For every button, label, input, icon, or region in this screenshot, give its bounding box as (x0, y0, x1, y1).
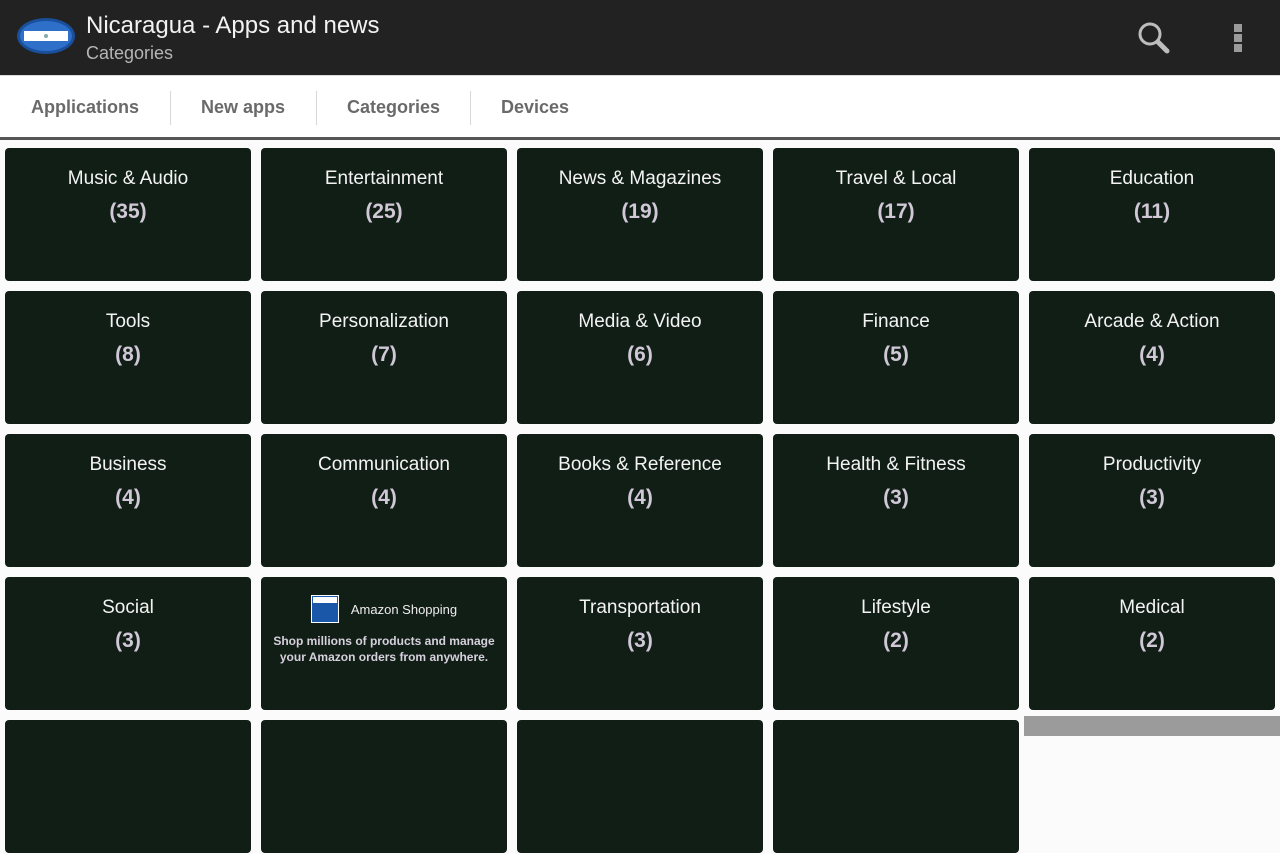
category-name: Productivity (1102, 454, 1202, 475)
category-card[interactable]: Travel & Local (17) (773, 148, 1019, 281)
category-card[interactable]: Social (3) (5, 577, 251, 710)
category-card[interactable] (5, 720, 251, 853)
category-name: Entertainment (324, 168, 444, 189)
tab-bar: Applications New apps Categories Devices (0, 75, 1280, 140)
category-card[interactable]: Transportation (3) (517, 577, 763, 710)
category-name: Music & Audio (67, 168, 189, 189)
ad-header: Amazon Shopping (261, 595, 507, 623)
tab-divider (170, 91, 171, 125)
category-card[interactable] (261, 720, 507, 853)
category-count: (8) (115, 343, 141, 366)
category-count: (3) (1139, 486, 1165, 509)
category-count: (3) (627, 629, 653, 652)
ad-card[interactable]: Amazon Shopping Shop millions of products… (261, 577, 507, 710)
page-subtitle: Categories (86, 43, 174, 63)
category-count: (17) (877, 200, 915, 223)
app-title: Nicaragua - Apps and news (86, 12, 380, 39)
category-card[interactable]: Education (11) (1029, 148, 1275, 281)
category-card[interactable]: Productivity (3) (1029, 434, 1275, 567)
category-card[interactable]: Tools (8) (5, 291, 251, 424)
category-name: Transportation (579, 597, 701, 618)
tab-devices[interactable]: Devices (501, 76, 569, 138)
category-card[interactable]: Health & Fitness (3) (773, 434, 1019, 567)
category-count: (4) (371, 486, 397, 509)
category-name: Medical (1119, 597, 1185, 618)
action-bar: Nicaragua - Apps and news Categories (0, 0, 1280, 75)
ad-title: Amazon Shopping (350, 601, 458, 617)
category-count: (2) (1139, 629, 1165, 652)
category-name: Tools (105, 311, 151, 332)
category-name: Arcade & Action (1084, 311, 1220, 332)
tab-divider (470, 91, 471, 125)
category-name: Finance (862, 311, 930, 332)
category-count: (3) (883, 486, 909, 509)
category-card[interactable] (773, 720, 1019, 853)
amazon-shopping-icon (310, 595, 339, 623)
category-card[interactable]: Arcade & Action (4) (1029, 291, 1275, 424)
category-card[interactable]: Communication (4) (261, 434, 507, 567)
category-count: (4) (627, 486, 653, 509)
nicaragua-flag-icon[interactable] (16, 16, 76, 56)
category-count: (3) (115, 629, 141, 652)
ad-description: Shop millions of products and manage you… (273, 634, 495, 664)
category-name: Education (1109, 168, 1195, 189)
category-card[interactable]: Finance (5) (773, 291, 1019, 424)
category-count: (7) (371, 343, 397, 366)
category-count: (6) (627, 343, 653, 366)
tab-new-apps[interactable]: New apps (201, 76, 285, 138)
category-name: Travel & Local (835, 168, 957, 189)
tab-applications[interactable]: Applications (31, 76, 139, 138)
category-count: (11) (1133, 200, 1171, 223)
search-icon[interactable] (1134, 18, 1174, 58)
category-card[interactable]: Lifestyle (2) (773, 577, 1019, 710)
category-card[interactable]: Media & Video (6) (517, 291, 763, 424)
category-count: (4) (115, 486, 141, 509)
category-name: Communication (318, 454, 450, 475)
category-card[interactable]: Entertainment (25) (261, 148, 507, 281)
tab-categories[interactable]: Categories (347, 76, 440, 138)
category-name: Health & Fitness (826, 454, 966, 475)
category-name: News & Magazines (558, 168, 722, 189)
category-name: Lifestyle (861, 597, 931, 618)
category-card[interactable]: Medical (2) (1029, 577, 1275, 710)
category-count: (19) (621, 200, 659, 223)
category-card[interactable]: Business (4) (5, 434, 251, 567)
category-name: Social (102, 597, 154, 618)
category-count: (35) (109, 200, 147, 223)
category-card[interactable]: Personalization (7) (261, 291, 507, 424)
more-vert-icon[interactable] (1224, 18, 1252, 58)
category-card[interactable]: Music & Audio (35) (5, 148, 251, 281)
category-card[interactable] (517, 720, 763, 853)
category-count: (2) (883, 629, 909, 652)
scroll-placeholder (1024, 716, 1280, 736)
category-card[interactable]: Books & Reference (4) (517, 434, 763, 567)
category-name: Books & Reference (558, 454, 722, 475)
category-count: (25) (365, 200, 403, 223)
category-name: Business (89, 454, 167, 475)
tab-divider (316, 91, 317, 125)
category-count: (4) (1139, 343, 1165, 366)
category-card[interactable]: News & Magazines (19) (517, 148, 763, 281)
category-name: Personalization (319, 311, 449, 332)
category-count: (5) (883, 343, 909, 366)
category-name: Media & Video (578, 311, 702, 332)
